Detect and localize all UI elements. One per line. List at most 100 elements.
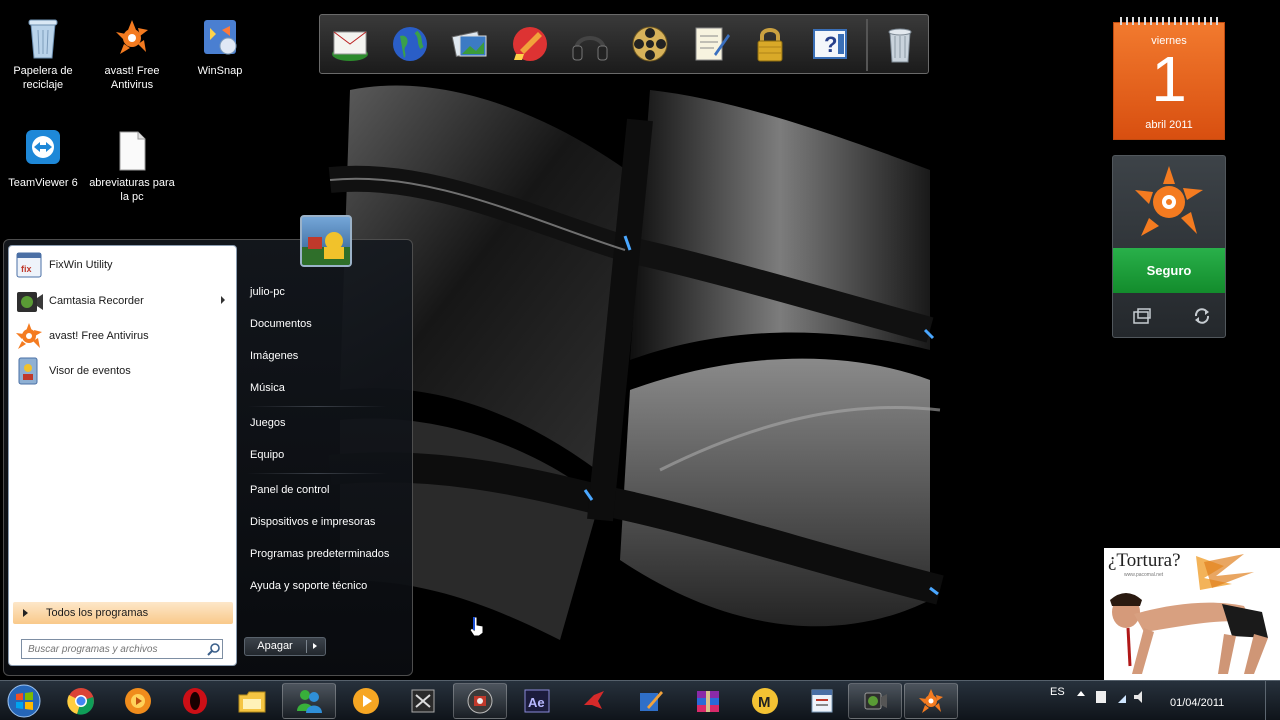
taskbar-play[interactable]: [339, 683, 393, 719]
avast-refresh-button[interactable]: [1191, 306, 1213, 326]
language-indicator[interactable]: ES: [1050, 686, 1065, 698]
mail-icon: [332, 31, 368, 61]
app-dock: ?: [319, 14, 929, 74]
start-item-label: Visor de eventos: [49, 365, 131, 377]
dock-photos[interactable]: [446, 21, 494, 67]
start-right-music[interactable]: Música: [250, 382, 285, 394]
teamviewer-icon: [23, 128, 63, 172]
ccleaner-icon: [513, 27, 547, 61]
taskbar-messenger[interactable]: [282, 683, 336, 719]
taskbar-fixwin[interactable]: [795, 683, 849, 719]
help-icon: ?: [813, 29, 847, 59]
user-picture-icon: [302, 232, 350, 265]
tray-expand-arrow-icon[interactable]: [1077, 691, 1085, 696]
start-right-user[interactable]: julio-pc: [250, 286, 285, 298]
start-item-label: avast! Free Antivirus: [49, 330, 149, 342]
taskbar-megaupload[interactable]: M: [738, 683, 792, 719]
start-right-control-panel[interactable]: Panel de control: [250, 484, 330, 496]
dock-separator: [866, 19, 868, 71]
start-right-devices[interactable]: Dispositivos e impresoras: [250, 516, 375, 528]
trash-icon: [888, 28, 912, 63]
desktop-icon-teamviewer[interactable]: TeamViewer 6: [0, 128, 86, 190]
shutdown-options-arrow-icon[interactable]: [313, 643, 317, 649]
user-avatar[interactable]: [300, 215, 352, 267]
start-right-default-programs[interactable]: Programas predeterminados: [250, 548, 389, 560]
calendar-gadget[interactable]: viernes 1 abril 2011: [1113, 17, 1225, 140]
start-button[interactable]: [0, 683, 48, 719]
desktop-icon-recycle-bin[interactable]: Papelera de reciclaje: [0, 16, 86, 92]
globe-icon: [393, 27, 427, 61]
event-viewer-icon: [13, 356, 45, 386]
after-effects-icon: Ae: [524, 689, 550, 713]
shutdown-divider: [306, 640, 307, 653]
search-icon[interactable]: [207, 642, 221, 656]
avast-icon: [919, 689, 943, 713]
taskbar-webcam[interactable]: [453, 683, 507, 719]
taskbar-paint[interactable]: [624, 683, 678, 719]
start-right-games[interactable]: Juegos: [250, 417, 285, 429]
avast-gadget[interactable]: Seguro: [1112, 155, 1226, 338]
taskbar-winrar[interactable]: [681, 683, 735, 719]
desktop-icon-text-file[interactable]: abreviaturas para la pc: [89, 128, 175, 204]
camtasia-icon: [13, 286, 45, 316]
start-right-divider: [247, 473, 387, 474]
start-right-computer[interactable]: Equipo: [250, 449, 284, 461]
text-file-icon: [112, 128, 152, 172]
start-right-help[interactable]: Ayuda y soporte técnico: [250, 580, 367, 592]
show-desktop-button[interactable]: [1265, 681, 1280, 720]
file-explorer-icon: [238, 691, 266, 713]
fixwin-icon: fix: [13, 250, 45, 280]
taskbar-after-effects[interactable]: Ae: [510, 683, 564, 719]
desktop-icon-winsnap[interactable]: WinSnap: [177, 16, 263, 78]
start-right-pictures[interactable]: Imágenes: [250, 350, 298, 362]
dock-globe[interactable]: [386, 21, 434, 67]
clock-date[interactable]: 01/04/2011: [1170, 697, 1224, 709]
submenu-arrow-icon: [221, 296, 225, 304]
all-programs-button[interactable]: Todos los programas: [13, 602, 233, 624]
start-item-label: FixWin Utility: [49, 259, 113, 271]
taskbar-bird[interactable]: [567, 683, 621, 719]
desktop-icon-label: TeamViewer 6: [8, 177, 78, 189]
window-icon: [1133, 308, 1151, 324]
taskbar-game[interactable]: [396, 683, 450, 719]
volume-icon: [1134, 691, 1142, 703]
taskbar-chrome[interactable]: [54, 683, 108, 719]
dock-headphones[interactable]: [566, 21, 614, 67]
desktop-icon-avast[interactable]: avast! Free Antivirus: [89, 16, 175, 92]
shutdown-button[interactable]: Apagar: [244, 637, 326, 656]
dock-ccleaner[interactable]: [506, 21, 554, 67]
opera-icon: [183, 688, 207, 714]
start-right-divider: [247, 406, 387, 407]
taskbar-avast[interactable]: [904, 683, 958, 719]
chrome-icon: [67, 688, 94, 715]
avast-open-window-button[interactable]: [1131, 306, 1153, 326]
dock-notepad[interactable]: [686, 21, 734, 67]
tray-icons: [1096, 691, 1142, 703]
start-item-avast[interactable]: avast! Free Antivirus: [11, 319, 235, 353]
shutdown-label: Apagar: [257, 640, 293, 652]
taskbar-file-explorer[interactable]: [225, 683, 279, 719]
taskbar-camtasia[interactable]: [848, 683, 902, 719]
desktop-icon-label: Papelera de reciclaje: [13, 65, 73, 91]
dock-padlock[interactable]: [746, 21, 794, 67]
dock-film-reel[interactable]: [626, 21, 674, 67]
ad-photo: [1110, 554, 1268, 674]
taskbar-opera[interactable]: [168, 683, 222, 719]
ad-banner[interactable]: ¿Tortura? www.pacomal.net: [1104, 548, 1280, 680]
game-icon: [411, 689, 435, 713]
calendar-month-year: abril 2011: [1145, 119, 1193, 131]
start-item-event-viewer[interactable]: Visor de eventos: [11, 354, 235, 388]
start-right-documents[interactable]: Documentos: [250, 318, 312, 330]
search-input[interactable]: [21, 639, 223, 659]
dock-help[interactable]: ?: [806, 21, 854, 67]
dock-trash[interactable]: [876, 21, 924, 67]
svg-text:M: M: [758, 694, 771, 711]
all-programs-arrow-icon: [23, 609, 28, 617]
photos-icon: [451, 30, 487, 58]
start-item-camtasia[interactable]: Camtasia Recorder: [11, 284, 235, 318]
calendar-binding-rings: [1120, 17, 1218, 25]
flag-icon: [1096, 691, 1106, 703]
taskbar-media-player[interactable]: [111, 683, 165, 719]
dock-mail[interactable]: [326, 21, 374, 67]
start-item-fixwin[interactable]: fix FixWin Utility: [11, 248, 235, 282]
